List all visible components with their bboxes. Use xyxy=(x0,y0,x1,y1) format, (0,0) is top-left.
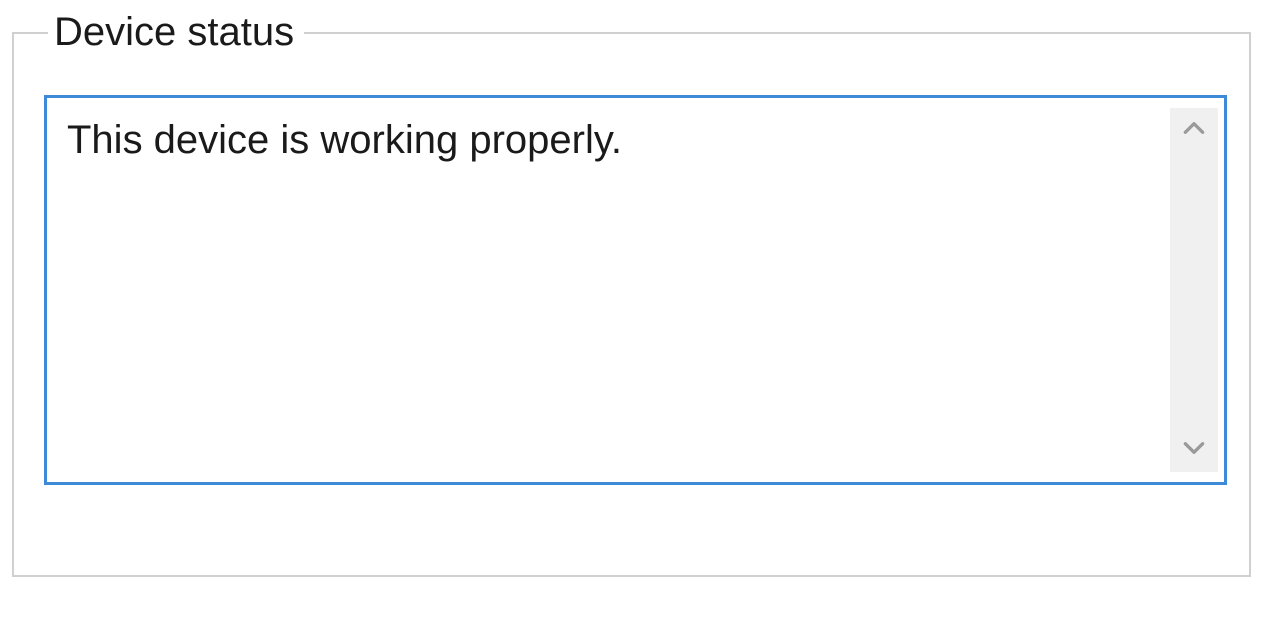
device-status-legend: Device status xyxy=(48,10,304,55)
chevron-down-icon xyxy=(1181,435,1207,466)
scroll-up-button[interactable] xyxy=(1170,108,1218,152)
device-status-message: This device is working properly. xyxy=(47,98,1170,482)
scroll-down-button[interactable] xyxy=(1170,428,1218,472)
chevron-up-icon xyxy=(1181,115,1207,146)
device-status-group: Device status This device is working pro… xyxy=(12,10,1251,577)
device-status-textbox: This device is working properly. xyxy=(44,95,1227,485)
vertical-scrollbar[interactable] xyxy=(1170,108,1218,472)
